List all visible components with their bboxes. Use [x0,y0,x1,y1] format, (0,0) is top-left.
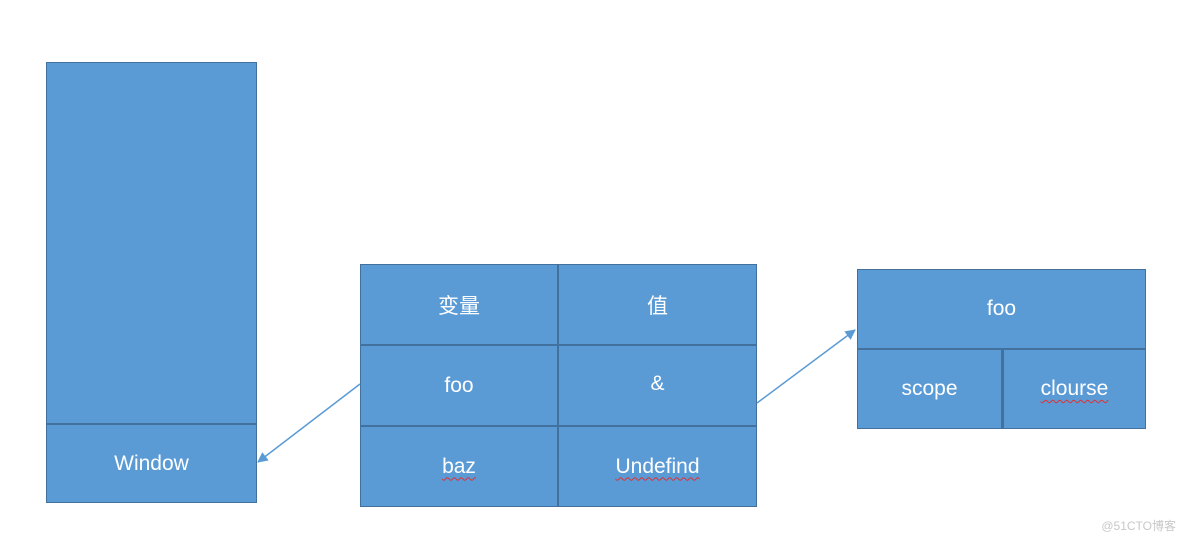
arrow-foo-to-function-object [756,329,856,404]
arrows-layer [257,329,856,463]
watermark: @51CTO博客 [1101,519,1176,533]
arrow-table-to-window [257,383,361,463]
